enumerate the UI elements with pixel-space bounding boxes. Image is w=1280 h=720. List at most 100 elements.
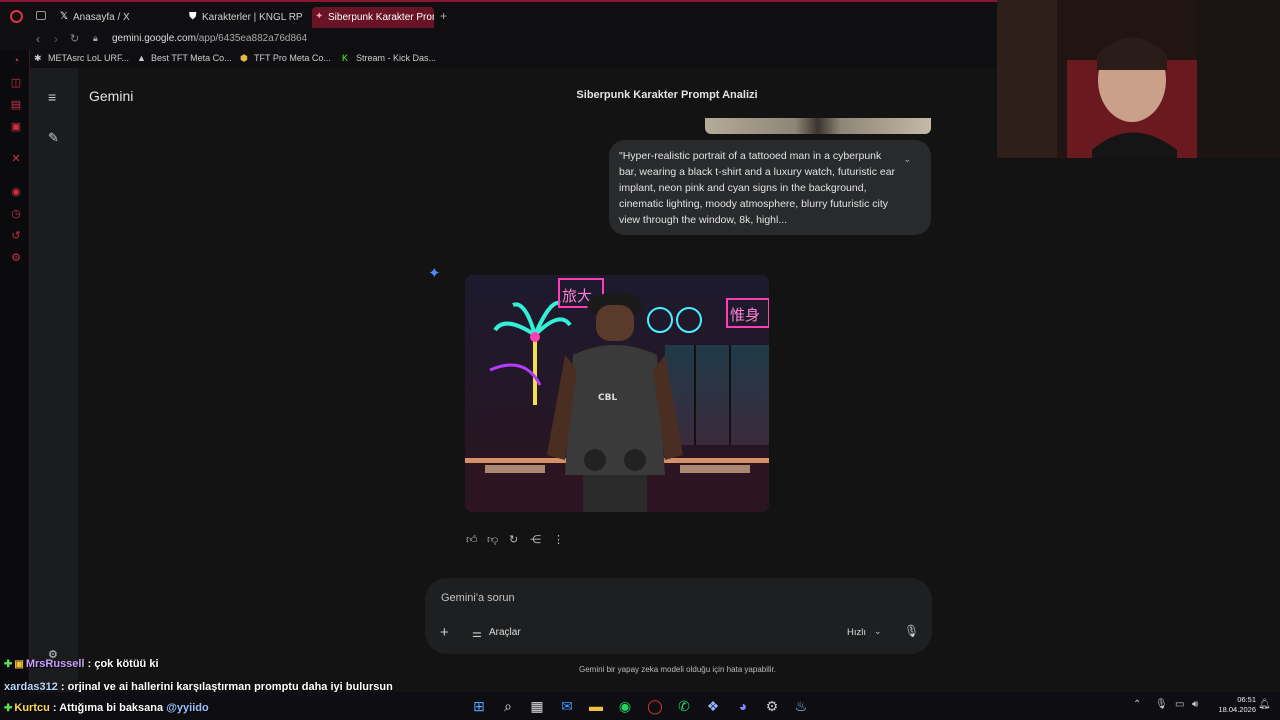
x-logo-icon: 𝕏 [60, 11, 69, 22]
metasrc-icon: ✱ [34, 53, 42, 63]
x-sidebar-icon[interactable]: ✕ [10, 153, 22, 165]
steam-icon[interactable]: ♨ [792, 697, 810, 715]
prompt-composer[interactable]: Gemini'a sorun + ⚌ Araçlar Hızlı ⌄ 🎙︎ [425, 578, 932, 654]
bookmark-kick[interactable]: K Stream - Kick Das... [342, 53, 436, 63]
bookmarks-bar: ✱ METAsrc LoL URF... ▲ Best TFT Meta Co...… [0, 50, 1000, 68]
notifications-icon[interactable]: 🔔︎ [1258, 699, 1271, 710]
thumbs-up-icon[interactable]: 👍︎ [466, 533, 478, 546]
twitch-icon[interactable]: ▤ [10, 99, 22, 111]
disclaimer: Gemini bir yapay zeka modeli olduğu için… [579, 665, 776, 674]
opera-sidebar: ◔ ◫ ▤ ▣ ✕ ◉ ◷ ↺ ⚙ [0, 50, 30, 692]
gemini-spark-icon: ✦ [315, 11, 324, 22]
chat-text: : çok kötüü ki [84, 658, 159, 670]
store-icon[interactable]: ▦ [528, 697, 546, 715]
url-path: /app/6435ea882a76d864 [195, 33, 308, 44]
bookmark-best-tft[interactable]: ▲ Best TFT Meta Co... [137, 53, 232, 63]
chat-mention[interactable]: @yyiido [166, 702, 209, 714]
address-bar: ‹ › ↻ 🔒︎ gemini.google.com/app/6435ea882… [0, 30, 1000, 50]
generated-image[interactable]: 旅大 惟身 CBL [465, 275, 769, 512]
chat-message: ✚ ▣ MrsRussell : çok kötüü ki [4, 658, 159, 670]
clock-time: 06:51 [1237, 695, 1256, 704]
file-explorer-icon[interactable]: ▬ [587, 697, 605, 715]
spotify-icon[interactable]: ◉ [616, 697, 634, 715]
mic-tray-icon[interactable]: 🎙︎ [1155, 699, 1168, 710]
bookmark-label: METAsrc LoL URF... [48, 53, 130, 63]
shield-icon: ⛊ [189, 11, 197, 22]
url-host: gemini.google.com [112, 33, 196, 44]
add-attachment-icon[interactable]: + [440, 624, 449, 641]
bookmark-label: Best TFT Meta Co... [151, 53, 232, 63]
mail-icon[interactable]: ✉ [558, 697, 576, 715]
chevron-down-icon[interactable]: ⌄ [874, 626, 882, 637]
tab-kngl[interactable]: ⛊ Karakterler | KNGL RP [186, 7, 308, 28]
settings-sidebar-icon[interactable]: ⚙ [10, 252, 22, 264]
chat-message: ✚ Kurtcu : Attığıma bi baksana @yyiido [4, 702, 209, 714]
webcam-feed [997, 0, 1280, 158]
instagram-icon[interactable]: ▣ [10, 121, 22, 133]
tab-gemini-active[interactable]: ✦ Siberpunk Karakter Prompt [312, 7, 434, 28]
bookmark-metasrc[interactable]: ✱ METAsrc LoL URF... [34, 53, 129, 63]
tools-button[interactable]: Araçlar [489, 627, 521, 638]
gemini-side-rail [30, 68, 78, 692]
menu-icon[interactable]: ≡ [48, 89, 60, 105]
opera-taskbar-icon[interactable]: ◯ [646, 697, 664, 715]
new-tab-button[interactable]: + [440, 9, 447, 23]
clock-date: 18.04.2026 [1218, 705, 1256, 714]
cyberpunk-bar-illustration: 旅大 惟身 CBL [465, 275, 769, 512]
bookmark-label: TFT Pro Meta Co... [254, 53, 331, 63]
badge-icon: ▣ [14, 659, 24, 670]
tab-label: Anasayfa / X [73, 12, 130, 23]
neon-sign-text-2: 惟身 [730, 306, 760, 324]
share-icon[interactable]: ⋲ [530, 533, 541, 546]
volume-icon[interactable]: 🔊︎ [1192, 699, 1198, 710]
model-selector[interactable]: Hızlı [847, 627, 866, 638]
windows-start-icon[interactable]: ⊞ [470, 697, 488, 715]
discord-icon[interactable]: ◕ [734, 697, 752, 715]
new-chat-icon[interactable]: ✎ [48, 130, 59, 146]
prompt-input[interactable]: Gemini'a sorun [441, 592, 515, 604]
microphone-icon[interactable]: 🎙︎ [904, 624, 919, 638]
user-prompt-bubble: "Hyper-realistic portrait of a tattooed … [609, 140, 931, 235]
chat-username[interactable]: Kurtcu [14, 702, 49, 714]
tab-overview-icon[interactable] [36, 11, 46, 20]
tools-icon[interactable]: ⚌ [472, 627, 482, 640]
chat-text: : Attığıma bi baksana [49, 702, 167, 714]
tray-overflow-icon[interactable]: ⌃ [1133, 699, 1141, 710]
svg-text:CBL: CBL [598, 393, 617, 403]
chevron-down-icon[interactable]: ⌄ [903, 154, 911, 165]
tft-pro-icon: ⬢ [240, 53, 248, 63]
kick-icon: K [342, 53, 349, 63]
player-icon[interactable]: ◉ [10, 186, 22, 198]
bookmark-label: Stream - Kick Das... [356, 53, 437, 63]
app-settings-icon[interactable]: ⚙ [763, 697, 781, 715]
more-options-icon[interactable]: ⋮ [553, 533, 564, 546]
app-icon[interactable]: ❖ [704, 697, 722, 715]
badge-icon: ✚ [4, 703, 13, 714]
back-icon[interactable]: ‹ [36, 32, 40, 46]
aria-icon[interactable]: ◔ [10, 55, 22, 67]
thumbs-down-icon[interactable]: 👎︎ [487, 533, 498, 546]
uploaded-image-preview[interactable] [705, 118, 931, 134]
forward-icon[interactable]: › [54, 32, 58, 46]
history-icon[interactable]: ◷ [10, 208, 22, 220]
lock-icon[interactable]: 🔒︎ [93, 33, 98, 44]
clock[interactable]: 06:51 18.04.2026 [1206, 695, 1256, 715]
search-icon[interactable]: ⌕ [499, 697, 517, 715]
webcam-overlay [997, 0, 1280, 158]
gemini-brand[interactable]: Gemini [89, 88, 133, 104]
whatsapp-icon[interactable]: ✆ [675, 697, 693, 715]
refresh-sidebar-icon[interactable]: ↺ [10, 230, 22, 242]
gemini-spark-icon: ✦ [428, 265, 441, 282]
network-icon[interactable]: ▭ [1175, 699, 1184, 710]
badge-icon: ✚ [4, 659, 13, 670]
conversation-title[interactable]: Siberpunk Karakter Prompt Analizi [500, 89, 834, 101]
tab-x-home[interactable]: 𝕏 Anasayfa / X [57, 7, 177, 28]
reload-icon[interactable]: ↻ [70, 32, 79, 45]
opera-logo-icon[interactable] [10, 10, 23, 23]
url-field[interactable]: gemini.google.com/app/6435ea882a76d864 [112, 33, 307, 44]
tft-icon: ▲ [137, 53, 146, 63]
bag-icon[interactable]: ◫ [10, 77, 22, 89]
chat-username[interactable]: MrsRussell [26, 658, 85, 670]
regenerate-icon[interactable]: ↻ [509, 533, 518, 546]
bookmark-tft-pro[interactable]: ⬢ TFT Pro Meta Co... [240, 53, 331, 63]
